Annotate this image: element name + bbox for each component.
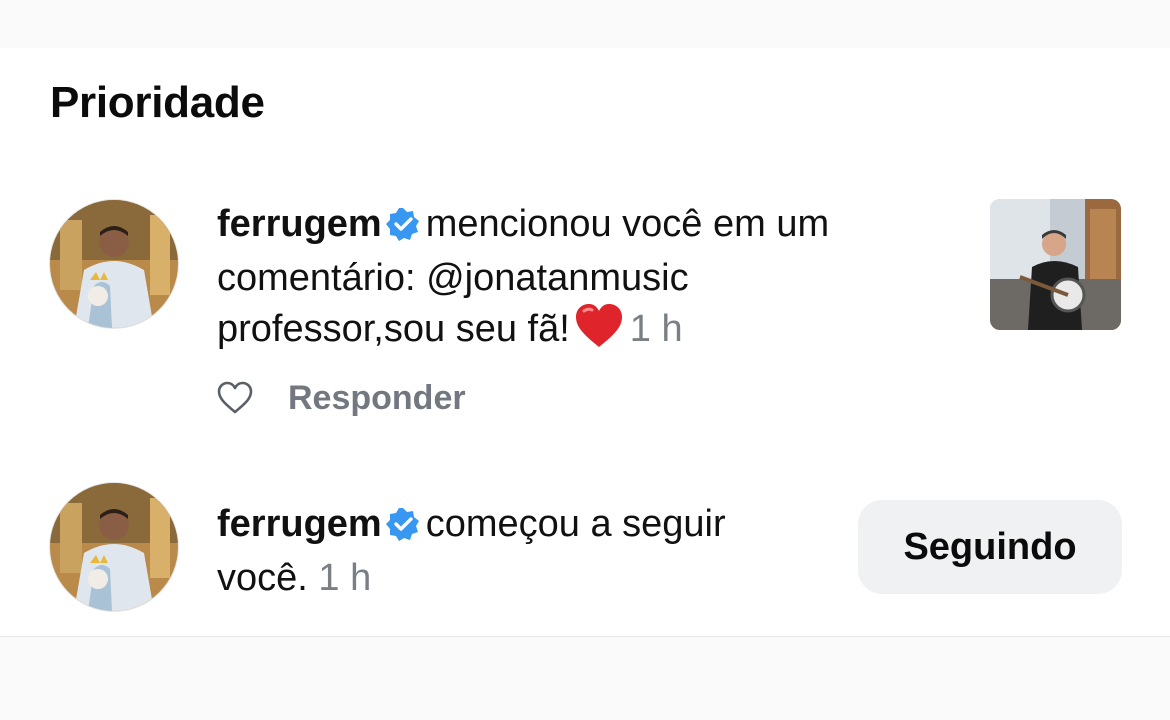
post-thumbnail[interactable] (990, 199, 1121, 330)
notification-mention-text[interactable]: ferrugem mencionou você em um comentário:… (217, 200, 957, 362)
comment-actions: Responder (216, 376, 466, 420)
mention-line-3: professor,sou seu fã! (217, 308, 570, 350)
like-heart-icon[interactable] (216, 379, 254, 417)
top-bar-area (0, 0, 1170, 48)
reply-button[interactable]: Responder (288, 379, 466, 418)
avatar[interactable] (50, 483, 178, 611)
timestamp: 1 h (318, 557, 372, 599)
notification-follow-text[interactable]: ferrugem começou a seguir você. 1 h (217, 500, 837, 603)
timestamp: 1 h (629, 308, 683, 350)
following-button[interactable]: Seguindo (858, 500, 1122, 594)
bottom-area (0, 637, 1170, 720)
mention-line-1: mencionou você em um (425, 203, 830, 245)
username[interactable]: ferrugem (217, 503, 382, 545)
mention-line-2: comentário: @jonatanmusic (217, 257, 689, 299)
heart-emoji-icon (574, 303, 624, 362)
follow-line-2: você. (217, 557, 308, 599)
verified-badge-icon (385, 505, 420, 554)
avatar[interactable] (50, 200, 178, 328)
follow-line-1: começou a seguir (425, 503, 726, 545)
username[interactable]: ferrugem (217, 203, 382, 245)
verified-badge-icon (385, 205, 420, 254)
section-title: Prioridade (50, 78, 265, 127)
